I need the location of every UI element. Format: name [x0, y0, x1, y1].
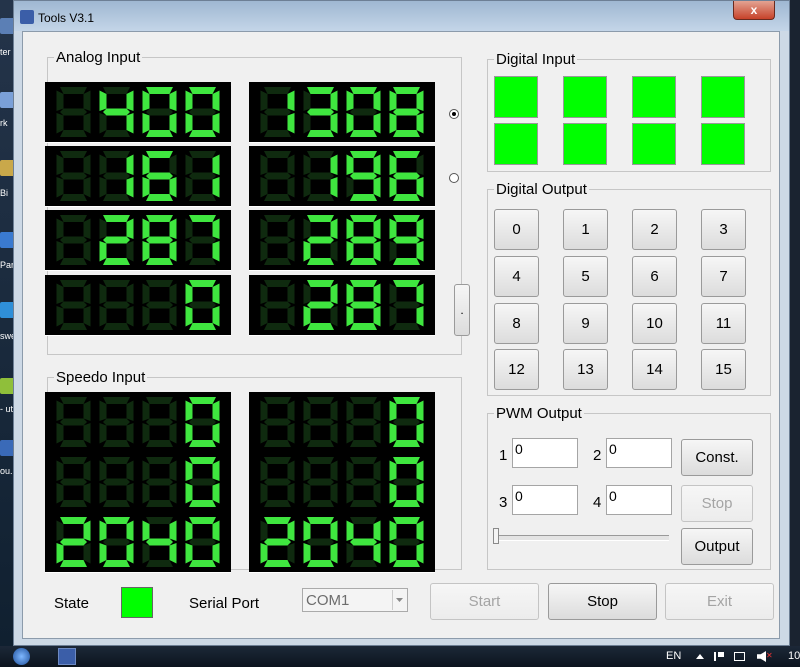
speedo-display-5: 2040: [249, 512, 435, 573]
desktop-icon-label: Bi: [0, 188, 9, 198]
digital-input-led-7: [701, 123, 745, 165]
title-bar[interactable]: Tools V3.1 x: [14, 1, 789, 31]
analog-radio-icon[interactable]: [449, 109, 459, 119]
pwm-slider-track[interactable]: [495, 535, 669, 541]
pwm-label-3: 3: [499, 494, 508, 511]
pwm-slider-thumb[interactable]: [493, 528, 499, 544]
speedo-display-3: 0: [249, 452, 435, 513]
app-icon: [20, 10, 34, 24]
pwm-stop-button[interactable]: Stop: [681, 485, 753, 522]
start-button[interactable]: Start: [430, 583, 539, 620]
pwm-input-1[interactable]: 0: [512, 438, 578, 468]
digital-output-button-5[interactable]: 5: [563, 256, 608, 297]
digital-output-button-7[interactable]: 7: [701, 256, 746, 297]
pwm-const-button[interactable]: Const.: [681, 439, 753, 476]
close-button[interactable]: x: [733, 1, 775, 20]
analog-input-title: Analog Input: [54, 49, 143, 66]
digital-input-led-4: [494, 123, 538, 165]
digital-output-button-6[interactable]: 6: [632, 256, 677, 297]
pwm-label-2: 2: [593, 447, 602, 464]
pwm-label-4: 4: [593, 494, 602, 511]
digital-input-title: Digital Input: [494, 51, 578, 68]
tray-arrow-icon[interactable]: [696, 654, 704, 659]
digital-output-button-4[interactable]: 4: [494, 256, 539, 297]
analog-side-button[interactable]: .: [454, 284, 470, 336]
serial-port-label: Serial Port: [189, 595, 260, 612]
window-title: Tools V3.1: [38, 11, 95, 25]
flag-icon[interactable]: [714, 652, 724, 661]
speaker-muted-icon: ✕: [766, 651, 773, 660]
desktop-icon-label: Par: [0, 260, 15, 270]
digital-output-button-13[interactable]: 13: [563, 349, 608, 390]
digital-output-button-1[interactable]: 1: [563, 209, 608, 250]
digital-output-button-3[interactable]: 3: [701, 209, 746, 250]
desktop-icon-label: - ut: [0, 404, 14, 414]
digital-input-led-6: [632, 123, 676, 165]
digital-output-button-2[interactable]: 2: [632, 209, 677, 250]
pwm-input-4[interactable]: 0: [606, 485, 672, 515]
taskbar: EN ✕ 10: [0, 646, 800, 667]
speedo-display-0: 0: [45, 392, 231, 453]
digital-output-button-14[interactable]: 14: [632, 349, 677, 390]
exit-button[interactable]: Exit: [665, 583, 774, 620]
app-window: Tools V3.1 x Analog Input 40013081611962…: [13, 0, 790, 646]
state-led: [121, 587, 153, 618]
digital-output-button-11[interactable]: 11: [701, 303, 746, 344]
chevron-down-icon[interactable]: [392, 590, 406, 610]
analog-display-6: 0: [45, 275, 231, 336]
pwm-input-2[interactable]: 0: [606, 438, 672, 468]
pwm-output-title: PWM Output: [494, 405, 584, 422]
speaker-icon[interactable]: [757, 651, 766, 662]
digital-output-button-12[interactable]: 12: [494, 349, 539, 390]
stop-button[interactable]: Stop: [548, 583, 657, 620]
analog-display-4: 287: [45, 210, 231, 271]
speedo-input-title: Speedo Input: [54, 369, 148, 386]
pwm-input-3[interactable]: 0: [512, 485, 578, 515]
digital-output-button-0[interactable]: 0: [494, 209, 539, 250]
digital-input-led-0: [494, 76, 538, 118]
digital-input-led-3: [701, 76, 745, 118]
analog-radio-icon[interactable]: [449, 173, 459, 183]
digital-output-button-8[interactable]: 8: [494, 303, 539, 344]
digital-input-led-1: [563, 76, 607, 118]
state-label: State: [54, 595, 90, 612]
analog-display-3: 196: [249, 146, 435, 207]
analog-display-2: 161: [45, 146, 231, 207]
analog-display-7: 287: [249, 275, 435, 336]
analog-display-0: 400: [45, 82, 231, 143]
desktop-icon-label: ter: [0, 47, 11, 57]
client-area: Analog Input 40013081611962872890287 . S…: [22, 31, 780, 639]
digital-input-led-2: [632, 76, 676, 118]
pwm-output-button[interactable]: Output: [681, 528, 753, 565]
pwm-label-1: 1: [499, 447, 508, 464]
taskbar-app-icon[interactable]: [58, 648, 76, 665]
speedo-display-1: 0: [249, 392, 435, 453]
language-indicator[interactable]: EN: [666, 650, 681, 662]
analog-display-1: 1308: [249, 82, 435, 143]
start-orb-icon[interactable]: [13, 648, 30, 665]
speedo-display-4: 2040: [45, 512, 231, 573]
speedo-display-2: 0: [45, 452, 231, 513]
serial-port-select[interactable]: COM1: [302, 588, 408, 612]
digital-output-title: Digital Output: [494, 181, 589, 198]
clock[interactable]: 10: [788, 650, 800, 662]
analog-display-5: 289: [249, 210, 435, 271]
digital-output-button-15[interactable]: 15: [701, 349, 746, 390]
digital-input-led-5: [563, 123, 607, 165]
digital-output-button-10[interactable]: 10: [632, 303, 677, 344]
serial-port-value: COM1: [306, 592, 350, 609]
digital-output-button-9[interactable]: 9: [563, 303, 608, 344]
desktop-icon-label: rk: [0, 118, 8, 128]
network-icon[interactable]: [734, 652, 745, 661]
